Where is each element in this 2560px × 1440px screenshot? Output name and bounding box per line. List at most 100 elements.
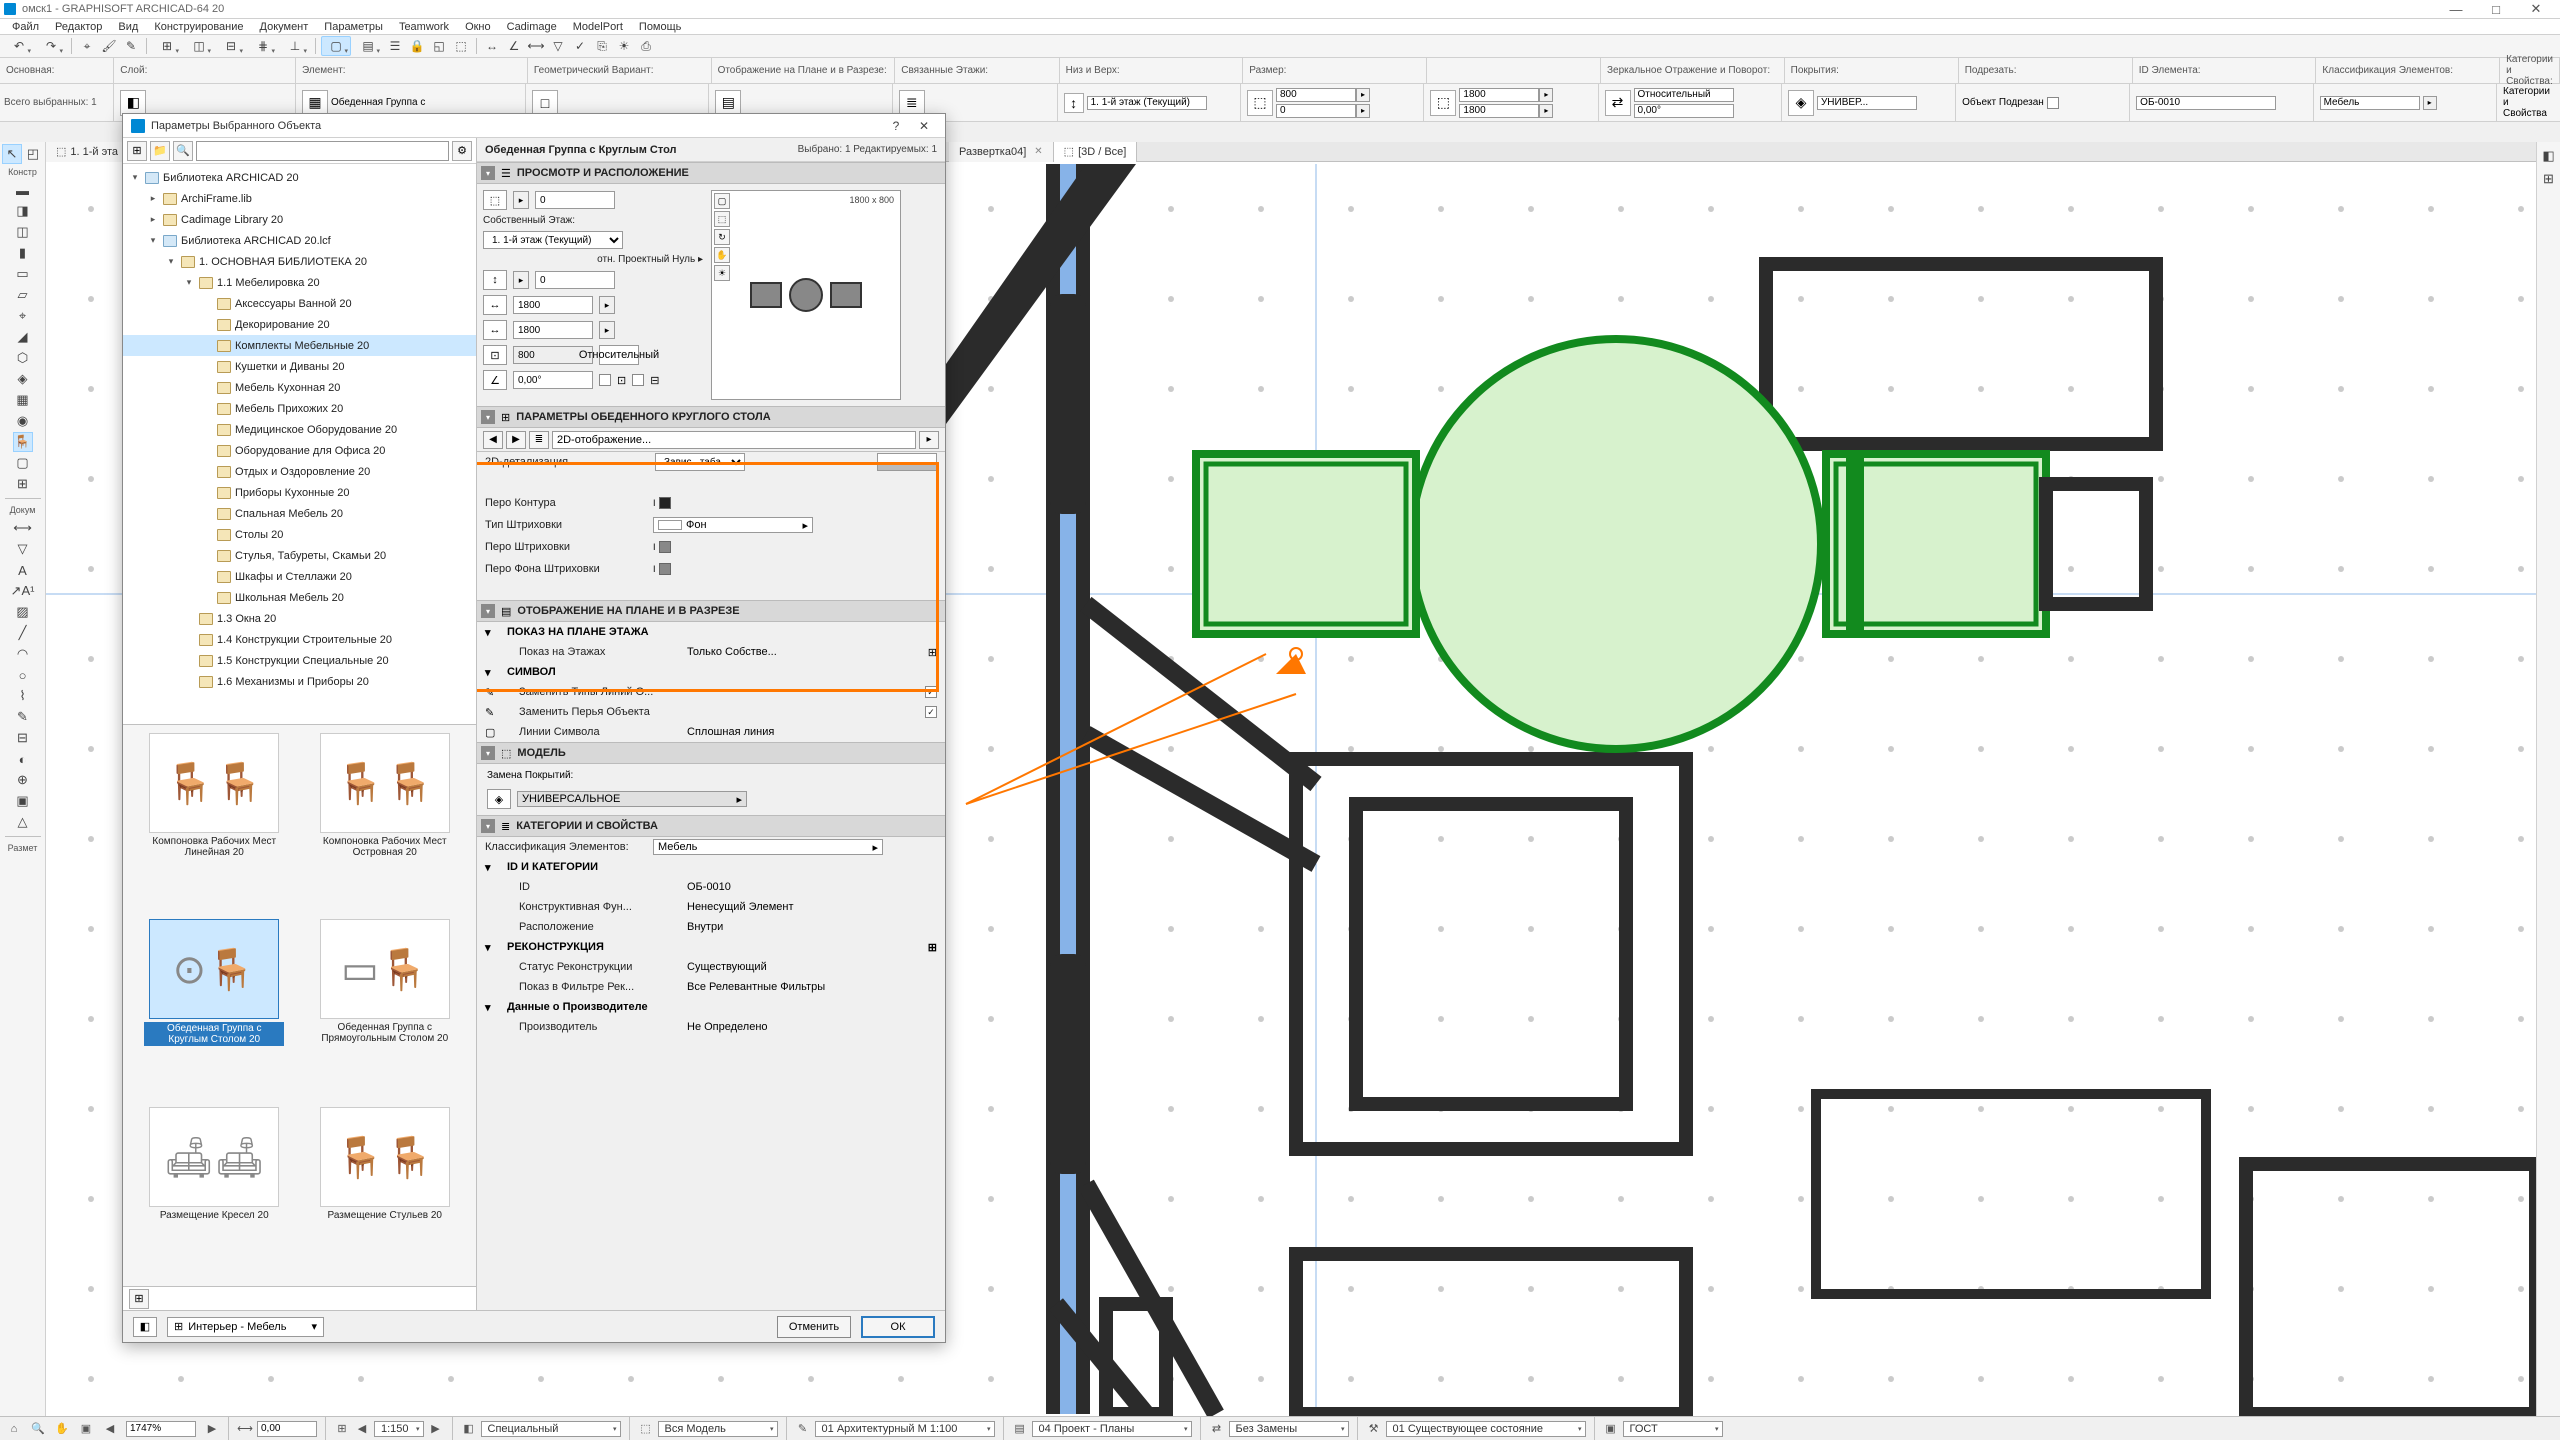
mirror-icon[interactable]: ⇄: [1605, 90, 1631, 116]
wall-tool[interactable]: ▬: [13, 180, 33, 200]
gallery-item[interactable]: 🪑🪑Компоновка Рабочих Мест Островная 20: [302, 733, 469, 915]
sb-layer-icon[interactable]: ◧: [461, 1421, 477, 1437]
tree-row[interactable]: Мебель Кухонная 20: [123, 377, 476, 398]
tree-row[interactable]: ▾Библиотека ARCHICAD 20: [123, 167, 476, 188]
id-input[interactable]: [2136, 96, 2276, 110]
zone-tool[interactable]: ▢: [13, 453, 33, 473]
std-dd[interactable]: ГОСТ: [1623, 1421, 1723, 1437]
slab-tool[interactable]: ▱: [13, 285, 33, 305]
sb-next2-icon[interactable]: ▶: [428, 1421, 444, 1437]
tree-row[interactable]: Комплекты Мебельные 20: [123, 335, 476, 356]
gallery-item[interactable]: 🪑🪑Компоновка Рабочих Мест Линейная 20: [131, 733, 298, 915]
tree-row[interactable]: ▸Cadimage Library 20: [123, 209, 476, 230]
size-icon[interactable]: ⬚: [1247, 90, 1273, 116]
collapse-icon[interactable]: ▾: [481, 410, 495, 424]
skylight-tool[interactable]: ◈: [13, 369, 33, 389]
menu-window[interactable]: Окно: [457, 19, 499, 35]
marquee-tool[interactable]: ◰: [23, 144, 43, 164]
z-icon[interactable]: ↕: [483, 270, 507, 290]
hatch-type-dd[interactable]: Фон▸: [653, 517, 813, 533]
3d-button[interactable]: ◱: [429, 36, 449, 56]
nav-tree-icon[interactable]: ⊞: [2539, 169, 2559, 189]
menu-modelport[interactable]: ModelPort: [565, 19, 631, 35]
library-gallery[interactable]: 🪑🪑Компоновка Рабочих Мест Линейная 20🪑🪑К…: [123, 724, 476, 1286]
level-tool[interactable]: ▽: [13, 539, 33, 559]
tree-row[interactable]: Медицинское Оборудование 20: [123, 419, 476, 440]
w-step[interactable]: ▸: [599, 296, 615, 314]
dim-tool[interactable]: ⟷: [13, 518, 33, 538]
nav-list-icon[interactable]: ≣: [529, 431, 549, 449]
arrow-tool[interactable]: ↖: [2, 144, 22, 164]
view-dd[interactable]: 04 Проект - Планы: [1032, 1421, 1192, 1437]
lock-button[interactable]: 🔒: [407, 36, 427, 56]
lib-tree-icon[interactable]: ⊞: [127, 141, 147, 161]
menu-cadimage[interactable]: Cadimage: [499, 19, 565, 35]
angle-input[interactable]: [513, 371, 593, 389]
topbot-icon[interactable]: ↕: [1064, 93, 1084, 113]
layers-button[interactable]: ☰: [385, 36, 405, 56]
angle-icon[interactable]: ∠: [483, 370, 507, 390]
morph-tool[interactable]: ◉: [13, 411, 33, 431]
sb-prev-icon[interactable]: ◀: [102, 1421, 118, 1437]
dim-b[interactable]: [1459, 104, 1539, 118]
tree-row[interactable]: Отдых и Оздоровление 20: [123, 461, 476, 482]
rel-dd[interactable]: [1634, 88, 1734, 102]
penset-dd[interactable]: 01 Архитектурный М 1:100: [815, 1421, 995, 1437]
print-button[interactable]: ⎙: [636, 36, 656, 56]
fill-tool[interactable]: ▨: [13, 602, 33, 622]
level-button[interactable]: ▽: [548, 36, 568, 56]
section-cat-header[interactable]: ▾ ≣ КАТЕГОРИИ И СВОЙСТВА: [477, 815, 945, 837]
tree-row[interactable]: Приборы Кухонные 20: [123, 482, 476, 503]
tree-row[interactable]: ▸ArchiFrame.lib: [123, 188, 476, 209]
dialog-help-button[interactable]: ?: [883, 117, 909, 135]
scale-dd[interactable]: 1:150: [374, 1421, 424, 1437]
menu-design[interactable]: Конструирование: [146, 19, 251, 35]
tree-row[interactable]: Столы 20: [123, 524, 476, 545]
tree-row[interactable]: Школьная Мебель 20: [123, 587, 476, 608]
arc-tool[interactable]: ◠: [13, 644, 33, 664]
pv-3d-icon[interactable]: ⬚: [714, 211, 730, 227]
collapse-icon[interactable]: ▾: [481, 166, 495, 180]
tree-row[interactable]: 1.6 Механизмы и Приборы 20: [123, 671, 476, 692]
w-input[interactable]: [513, 296, 593, 314]
minimize-button[interactable]: —: [2436, 0, 2476, 19]
section-preview-header[interactable]: ▾ ☰ ПРОСМОТР И РАСПОЛОЖЕНИЕ: [477, 162, 945, 184]
menu-view[interactable]: Вид: [110, 19, 146, 35]
drawing-tool[interactable]: ✎: [13, 707, 33, 727]
redo-button[interactable]: ↷: [36, 36, 66, 56]
review-button[interactable]: ⎘: [592, 36, 612, 56]
nav-tab-dd[interactable]: 2D-отображение...: [552, 431, 916, 449]
mirror-chk[interactable]: [599, 374, 611, 386]
sb-zoom-icon[interactable]: 🔍: [30, 1421, 46, 1437]
sb-view-icon[interactable]: ▤: [1012, 1421, 1028, 1437]
h-icon[interactable]: ↔: [483, 320, 507, 340]
z-step[interactable]: ▸: [513, 271, 529, 289]
label-tool[interactable]: ↗A¹: [13, 581, 33, 601]
h-input[interactable]: [513, 321, 593, 339]
cat-btn[interactable]: Категории и Свойства: [2503, 86, 2550, 119]
menu-teamwork[interactable]: Teamwork: [391, 19, 457, 35]
elev-step[interactable]: ▸: [513, 191, 529, 209]
tree-row[interactable]: 1.4 Конструкции Строительные 20: [123, 629, 476, 650]
check-button[interactable]: ✓: [570, 36, 590, 56]
pencil-button[interactable]: ✎: [121, 36, 141, 56]
gallery-view-icon[interactable]: ⊞: [129, 1289, 149, 1309]
snap2-button[interactable]: ◫: [184, 36, 214, 56]
cover-dd[interactable]: [1817, 96, 1917, 110]
pv-hand-icon[interactable]: ✋: [714, 247, 730, 263]
angle-button[interactable]: ∠: [504, 36, 524, 56]
nav-open-icon[interactable]: ◧: [2539, 146, 2559, 166]
cover-dd[interactable]: УНИВЕРСАЛЬНОЕ▸: [517, 791, 747, 807]
d-icon[interactable]: ⊡: [483, 345, 507, 365]
text-tool[interactable]: A: [13, 560, 33, 580]
line-tool[interactable]: ╱: [13, 623, 33, 643]
dim-a-step[interactable]: ▸: [1539, 88, 1553, 102]
viewport-tab-3[interactable]: ⬚[3D / Все]: [1054, 142, 1138, 162]
guide-button[interactable]: ⊥: [280, 36, 310, 56]
dialog-close-button[interactable]: ✕: [911, 117, 937, 135]
pick-button[interactable]: ⌖: [77, 36, 97, 56]
undo-button[interactable]: ↶: [4, 36, 34, 56]
mesh-tool[interactable]: ⊞: [13, 474, 33, 494]
sb-scale-icon[interactable]: ⟷: [237, 1421, 253, 1437]
pv-sun-icon[interactable]: ☀: [714, 265, 730, 281]
